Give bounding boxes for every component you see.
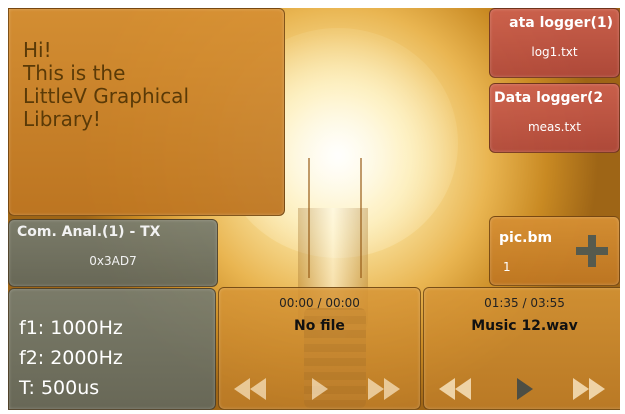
f2-readout: f2: 2000Hz: [19, 347, 123, 369]
com-analyzer-tile[interactable]: Com. Anal.(1) - TX 0x3AD7: [8, 219, 218, 287]
picture-title: pic.bm: [499, 230, 553, 246]
welcome-text: Hi! This is the LittleV Graphical Librar…: [23, 38, 189, 131]
data-logger-1-tile[interactable]: ata logger(1) log1.txt: [489, 8, 620, 78]
screen: Hi! This is the LittleV Graphical Librar…: [8, 8, 620, 410]
fast-forward-icon[interactable]: [572, 376, 606, 402]
plus-icon[interactable]: [576, 235, 608, 267]
data-logger-2-file: meas.txt: [527, 120, 581, 134]
player-1-time: 00:00 / 00:00: [279, 296, 360, 310]
rewind-icon[interactable]: [233, 376, 267, 402]
player-2-time: 01:35 / 03:55: [484, 296, 565, 310]
player-1-name: No file: [294, 318, 345, 334]
picture-number: 1: [503, 260, 511, 274]
data-logger-1-file: log1.txt: [531, 45, 578, 59]
player-1-tile[interactable]: 00:00 / 00:00 No file: [218, 287, 421, 410]
fast-forward-icon[interactable]: [367, 376, 401, 402]
frequency-tile[interactable]: f1: 1000Hz f2: 2000Hz T: 500us: [8, 288, 216, 410]
data-logger-2-tile[interactable]: Data logger(2 meas.txt: [489, 83, 620, 153]
welcome-tile[interactable]: Hi! This is the LittleV Graphical Librar…: [8, 8, 285, 216]
com-analyzer-value: 0x3AD7: [89, 254, 137, 268]
period-readout: T: 500us: [19, 377, 100, 399]
background-filament: [308, 158, 362, 278]
rewind-icon[interactable]: [438, 376, 472, 402]
play-icon[interactable]: [303, 376, 337, 402]
data-logger-2-title: Data logger(2: [494, 90, 604, 106]
play-icon[interactable]: [508, 376, 542, 402]
f1-readout: f1: 1000Hz: [19, 317, 123, 339]
com-analyzer-title: Com. Anal.(1) - TX: [17, 224, 161, 240]
player-2-name: Music 12.wav: [471, 318, 578, 334]
picture-tile[interactable]: pic.bm 1: [489, 216, 620, 286]
player-2-tile[interactable]: 01:35 / 03:55 Music 12.wav: [423, 287, 620, 410]
data-logger-1-title: ata logger(1): [509, 15, 613, 31]
